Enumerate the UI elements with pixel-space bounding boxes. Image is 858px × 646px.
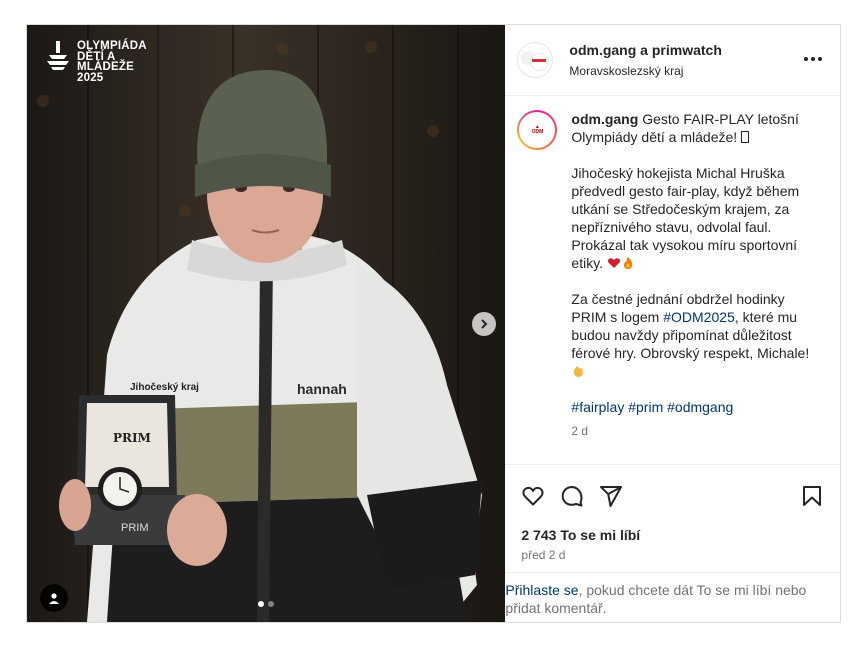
action-bar [505, 464, 840, 527]
comment-icon[interactable] [560, 484, 584, 508]
hashtag-odm2025[interactable]: #ODM2025 [663, 309, 735, 325]
post-side-panel: odm.gang a primwatch Moravskoslezský kra… [505, 25, 840, 622]
heart-emoji-icon [607, 258, 620, 268]
jacket-text-right: hannah [297, 381, 347, 397]
caption-avatar[interactable]: ▲ ODM [517, 110, 558, 150]
carousel-dot [258, 601, 264, 607]
caption-para2: Jihočeský hokejista Michal Hruška předve… [571, 165, 800, 271]
hashtag-fairplay[interactable]: #fairplay [571, 399, 624, 415]
chevron-right-icon [481, 319, 488, 329]
header-location[interactable]: Moravskoslezský kraj [569, 64, 721, 78]
photo-person [59, 70, 482, 622]
heart-icon[interactable] [521, 484, 545, 508]
hashtag-prim[interactable]: #prim [628, 399, 663, 415]
carousel-indicator [258, 601, 274, 607]
login-link[interactable]: Přihlaste se [505, 582, 578, 598]
odm-logo-icon: ▲ ODM [531, 124, 544, 135]
clapping-hands-emoji-icon [574, 366, 584, 377]
post-card: OLYMPIÁDA DĚTÍ A MLÁDEŽE 2025 Jihočeský … [26, 24, 841, 623]
more-options-button[interactable] [804, 57, 822, 61]
logo-line: OLYMPIÁDA [77, 40, 147, 52]
event-logo: OLYMPIÁDA DĚTÍ A MLÁDEŽE 2025 [47, 41, 147, 83]
post-age[interactable]: před 2 d [521, 548, 824, 562]
user-tag-icon [49, 593, 59, 604]
carousel-dot [268, 601, 274, 607]
more-icon [804, 57, 808, 61]
login-prompt: Přihlaste se, pokud chcete dát To se mi … [505, 572, 840, 622]
torch-icon [47, 41, 69, 70]
jacket-text-left: Jihočeský kraj [130, 382, 199, 393]
post-media[interactable]: OLYMPIÁDA DĚTÍ A MLÁDEŽE 2025 Jihočeský … [27, 25, 506, 622]
box-brand: PRIM [113, 431, 151, 445]
missing-glyph-icon [741, 131, 750, 143]
post-header: odm.gang a primwatch Moravskoslezský kra… [505, 25, 840, 96]
header-username[interactable]: odm.gang a primwatch [569, 42, 721, 58]
likes-area: 2 743 To se mi líbí před 2 d [505, 527, 840, 572]
likes-count[interactable]: 2 743 To se mi líbí [521, 527, 824, 543]
fire-emoji-icon [623, 257, 633, 269]
bookmark-icon[interactable] [800, 484, 824, 508]
caption-area: ▲ ODM odm.gang Gesto FAIR-PLAY letošní Ol… [505, 96, 840, 464]
send-icon[interactable] [599, 484, 623, 508]
caption-text: odm.gang Gesto FAIR-PLAY letošní Olympiá… [571, 110, 811, 464]
caption-username[interactable]: odm.gang [571, 111, 638, 127]
logo-line: MLÁDEŽE [77, 61, 134, 73]
user-tags-button[interactable] [40, 584, 68, 612]
next-slide-button[interactable] [472, 312, 496, 336]
hashtag-odmgang[interactable]: #odmgang [667, 399, 733, 415]
caption-time[interactable]: 2 d [571, 422, 811, 440]
logo-line: 2025 [77, 71, 104, 84]
box-brand-front: PRIM [121, 522, 149, 534]
avatar[interactable] [517, 42, 554, 78]
